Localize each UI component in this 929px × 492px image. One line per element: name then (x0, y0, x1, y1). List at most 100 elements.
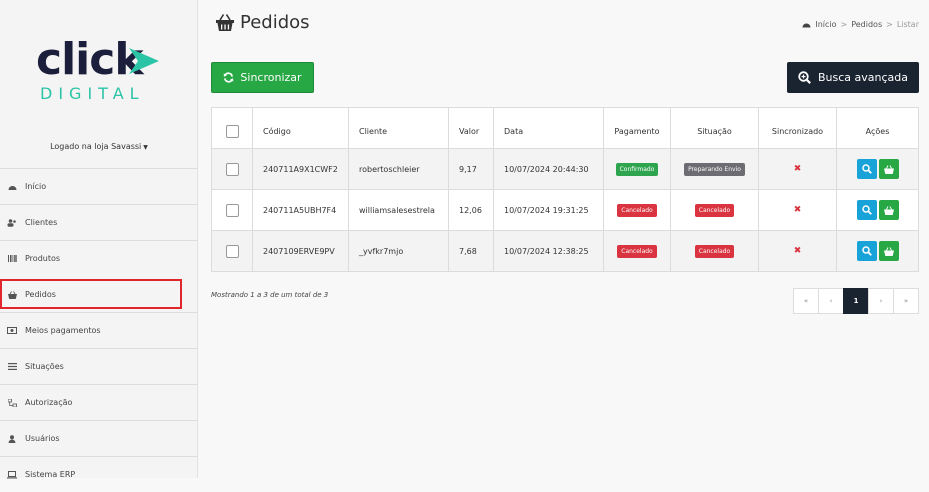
row-checkbox[interactable] (225, 203, 239, 217)
pagination: « ‹ 1 › » (793, 288, 919, 314)
logo-subtitle: DIGITAL (40, 84, 145, 103)
row-select-cell (211, 230, 253, 272)
pagination-last[interactable]: » (893, 288, 919, 314)
zoom-search-icon (798, 71, 811, 84)
order-value: 12,06 (448, 189, 494, 231)
row-checkbox[interactable] (225, 244, 239, 258)
view-order-button[interactable] (856, 241, 877, 261)
order-client: williamsalesestrela (348, 189, 449, 231)
sidebar-item-inicio[interactable]: Início (0, 168, 198, 204)
order-basket-button[interactable] (878, 241, 899, 261)
status-badge: Cancelado (694, 244, 735, 258)
sidebar-item-pedidos[interactable]: Pedidos (0, 279, 182, 309)
pagination-next[interactable]: › (868, 288, 894, 314)
col-header-acoes: Ações (836, 107, 919, 149)
search-icon (861, 246, 872, 256)
col-header-valor[interactable]: Valor (448, 107, 494, 149)
sidebar-item-usuarios[interactable]: Usuários (0, 420, 198, 456)
pagination-summary: Mostrando 1 a 3 de um total de 3 (211, 291, 329, 299)
col-header-sincronizado[interactable]: Sincronizado (758, 107, 837, 149)
logged-store-dropdown[interactable]: Logado na loja Savassi ▼ (0, 142, 198, 151)
pagination-prev[interactable]: ‹ (818, 288, 844, 314)
order-date: 10/07/2024 20:44:30 (493, 148, 604, 190)
dashboard-icon (802, 23, 811, 28)
actions-cell (836, 189, 919, 231)
col-header-pagamento[interactable]: Pagamento (603, 107, 671, 149)
order-value: 9,17 (448, 148, 494, 190)
not-synced-icon: ✖ (793, 205, 802, 215)
payment-badge: Confirmado (615, 162, 659, 176)
sidebar-item-produtos[interactable]: Produtos (0, 240, 198, 276)
sidebar-item-label: Autorização (25, 398, 73, 407)
order-basket-button[interactable] (878, 159, 899, 179)
not-synced-icon: ✖ (793, 164, 802, 174)
sidebar-item-sistema-erp[interactable]: Sistema ERP (0, 456, 198, 492)
order-value: 7,68 (448, 230, 494, 272)
breadcrumb-section[interactable]: Pedidos (851, 20, 882, 29)
payment-cell: Cancelado (603, 230, 671, 272)
pagination-first[interactable]: « (793, 288, 819, 314)
order-client: _yvfkr7mjo (348, 230, 449, 272)
advanced-search-label: Busca avançada (817, 71, 908, 84)
view-order-button[interactable] (856, 159, 877, 179)
order-basket-button[interactable] (878, 200, 899, 220)
order-code: 240711A9X1CWF2 (252, 148, 349, 190)
user-icon (7, 434, 17, 444)
select-all-cell (211, 107, 253, 149)
search-icon (861, 164, 872, 174)
breadcrumb: Início > Pedidos > Listar (802, 20, 919, 29)
sidebar-item-label: Pedidos (25, 290, 56, 299)
order-date: 10/07/2024 12:38:25 (493, 230, 604, 272)
refresh-icon (224, 72, 234, 83)
sidebar-item-label: Início (25, 182, 47, 191)
page-title: Pedidos (216, 12, 310, 33)
pagination-current-page[interactable]: 1 (843, 288, 869, 314)
list-icon (7, 362, 17, 372)
order-date: 10/07/2024 19:31:25 (493, 189, 604, 231)
logged-store-label: Logado na loja Savassi (50, 142, 142, 151)
basket-icon (7, 290, 17, 300)
logo-arrow-icon (129, 48, 159, 74)
order-code: 2407109ERVE9PV (252, 230, 349, 272)
row-select-cell (211, 148, 253, 190)
sidebar-item-situacoes[interactable]: Situações (0, 348, 198, 384)
money-icon (7, 326, 17, 336)
actions-cell (836, 230, 919, 272)
view-order-button[interactable] (856, 200, 877, 220)
synced-cell: ✖ (758, 148, 837, 190)
barcode-icon (7, 254, 17, 264)
sidebar-item-label: Meios pagamentos (25, 326, 101, 335)
breadcrumb-home[interactable]: Início (815, 20, 836, 29)
sidebar-item-autorizacao[interactable]: Autorização (0, 384, 198, 420)
status-cell: Preparando Envio (670, 148, 759, 190)
dashboard-icon (7, 182, 17, 192)
table-row: 2407109ERVE9PV _yvfkr7mjo 7,68 10/07/202… (211, 230, 919, 272)
col-header-cliente[interactable]: Cliente (348, 107, 449, 149)
brand-logo[interactable]: click DIGITAL (36, 38, 166, 104)
row-checkbox[interactable] (225, 162, 239, 176)
basket-icon (883, 246, 894, 256)
not-synced-icon: ✖ (793, 246, 802, 256)
basket-icon (216, 14, 234, 31)
advanced-search-button[interactable]: Busca avançada (787, 62, 919, 93)
sidebar-item-clientes[interactable]: Clientes (0, 204, 198, 240)
search-icon (861, 205, 872, 215)
page-title-text: Pedidos (240, 12, 310, 33)
status-cell: Cancelado (670, 230, 759, 272)
col-header-data[interactable]: Data (493, 107, 604, 149)
status-badge: Preparando Envio (684, 162, 745, 176)
synced-cell: ✖ (758, 230, 837, 272)
col-header-codigo[interactable]: Código (252, 107, 349, 149)
table-row: 240711A5UBH7F4 williamsalesestrela 12,06… (211, 189, 919, 231)
laptop-icon (7, 470, 17, 480)
breadcrumb-separator: > (840, 20, 848, 29)
sidebar-item-meios-pagamentos[interactable]: Meios pagamentos (0, 312, 198, 348)
select-all-checkbox[interactable] (225, 124, 239, 138)
payment-badge: Cancelado (617, 203, 657, 217)
sync-button[interactable]: Sincronizar (211, 62, 314, 93)
caret-down-icon: ▼ (143, 144, 148, 151)
status-badge: Cancelado (694, 203, 735, 217)
sidebar-item-label: Clientes (25, 218, 58, 227)
breadcrumb-current: Listar (896, 20, 919, 29)
col-header-situacao[interactable]: Situação (670, 107, 759, 149)
